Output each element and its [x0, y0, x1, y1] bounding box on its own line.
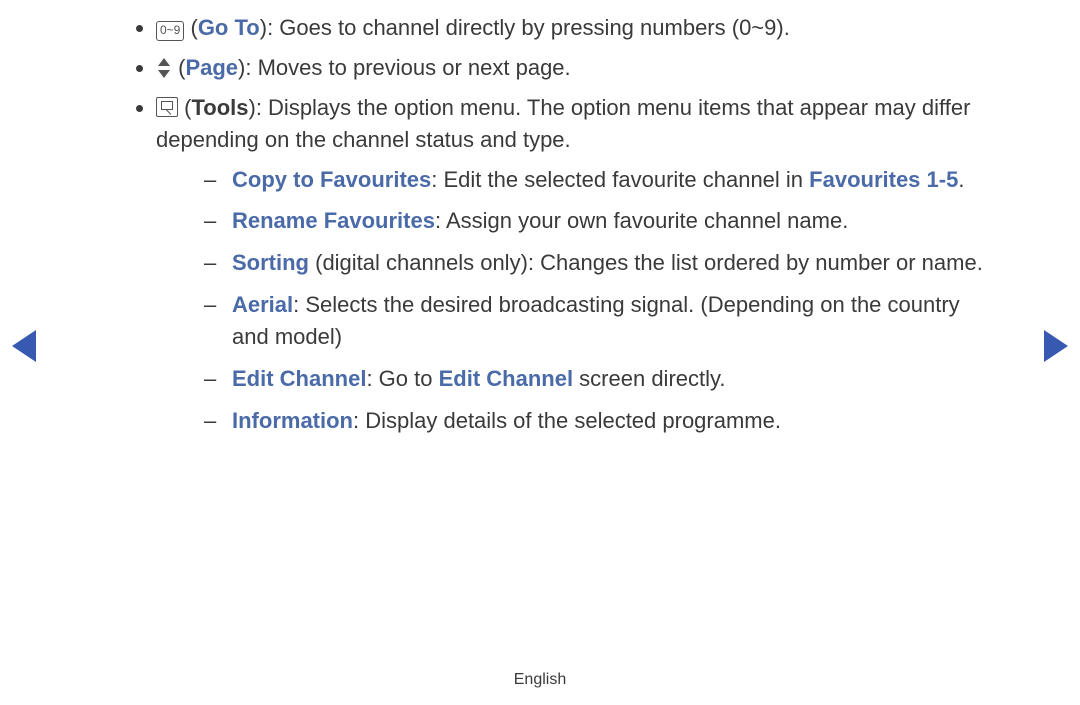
item-label: Go To: [198, 15, 260, 40]
page-language: English: [0, 671, 1080, 689]
next-page-arrow-icon[interactable]: [1044, 330, 1068, 362]
sub-edit-channel: Edit Channel: Go to Edit Channel screen …: [204, 363, 1000, 395]
item-goto: 0~9 (Go To): Goes to channel directly by…: [156, 12, 1000, 44]
sub-aerial: Aerial: Selects the desired broadcasting…: [204, 289, 1000, 353]
tools-icon: [156, 97, 178, 117]
sub-sorting: Sorting (digital channels only): Changes…: [204, 247, 1000, 279]
sub-paren: (digital channels only): [309, 250, 528, 275]
sub-label: Rename Favourites: [232, 208, 435, 233]
sub-information: Information: Display details of the sele…: [204, 405, 1000, 437]
sub-label: Aerial: [232, 292, 293, 317]
sub-copy-to-favourites: Copy to Favourites: Edit the selected fa…: [204, 164, 1000, 196]
num-keys-icon: 0~9: [156, 21, 184, 41]
sub-desc: : Changes the list ordered by number or …: [528, 250, 983, 275]
sub-list: Copy to Favourites: Edit the selected fa…: [156, 164, 1000, 437]
sub-desc: : Edit the selected favourite channel in: [431, 167, 809, 192]
sub-label: Sorting: [232, 250, 309, 275]
sub-link: Edit Channel: [439, 366, 573, 391]
sub-desc-b: screen directly.: [573, 366, 725, 391]
sub-desc: : Assign your own favourite channel name…: [435, 208, 848, 233]
item-label: Page: [185, 55, 238, 80]
item-label: Tools: [191, 95, 248, 120]
sub-link: Favourites 1-5: [809, 167, 958, 192]
sub-desc: : Selects the desired broadcasting signa…: [232, 292, 960, 349]
main-list: 0~9 (Go To): Goes to channel directly by…: [100, 12, 1000, 437]
manual-content: 0~9 (Go To): Goes to channel directly by…: [100, 12, 1000, 447]
prev-page-arrow-icon[interactable]: [12, 330, 36, 362]
sub-label: Edit Channel: [232, 366, 366, 391]
sub-label: Information: [232, 408, 353, 433]
sub-rename-favourites: Rename Favourites: Assign your own favou…: [204, 205, 1000, 237]
updown-icon: [156, 57, 172, 79]
sub-desc-b: .: [958, 167, 964, 192]
item-desc: : Moves to previous or next page.: [245, 55, 570, 80]
sub-label: Copy to Favourites: [232, 167, 431, 192]
item-desc: : Displays the option menu. The option m…: [156, 95, 970, 152]
item-desc: : Goes to channel directly by pressing n…: [267, 15, 790, 40]
item-tools: (Tools): Displays the option menu. The o…: [156, 92, 1000, 437]
item-page: (Page): Moves to previous or next page.: [156, 52, 1000, 84]
sub-desc: : Go to: [366, 366, 438, 391]
sub-desc: : Display details of the selected progra…: [353, 408, 781, 433]
